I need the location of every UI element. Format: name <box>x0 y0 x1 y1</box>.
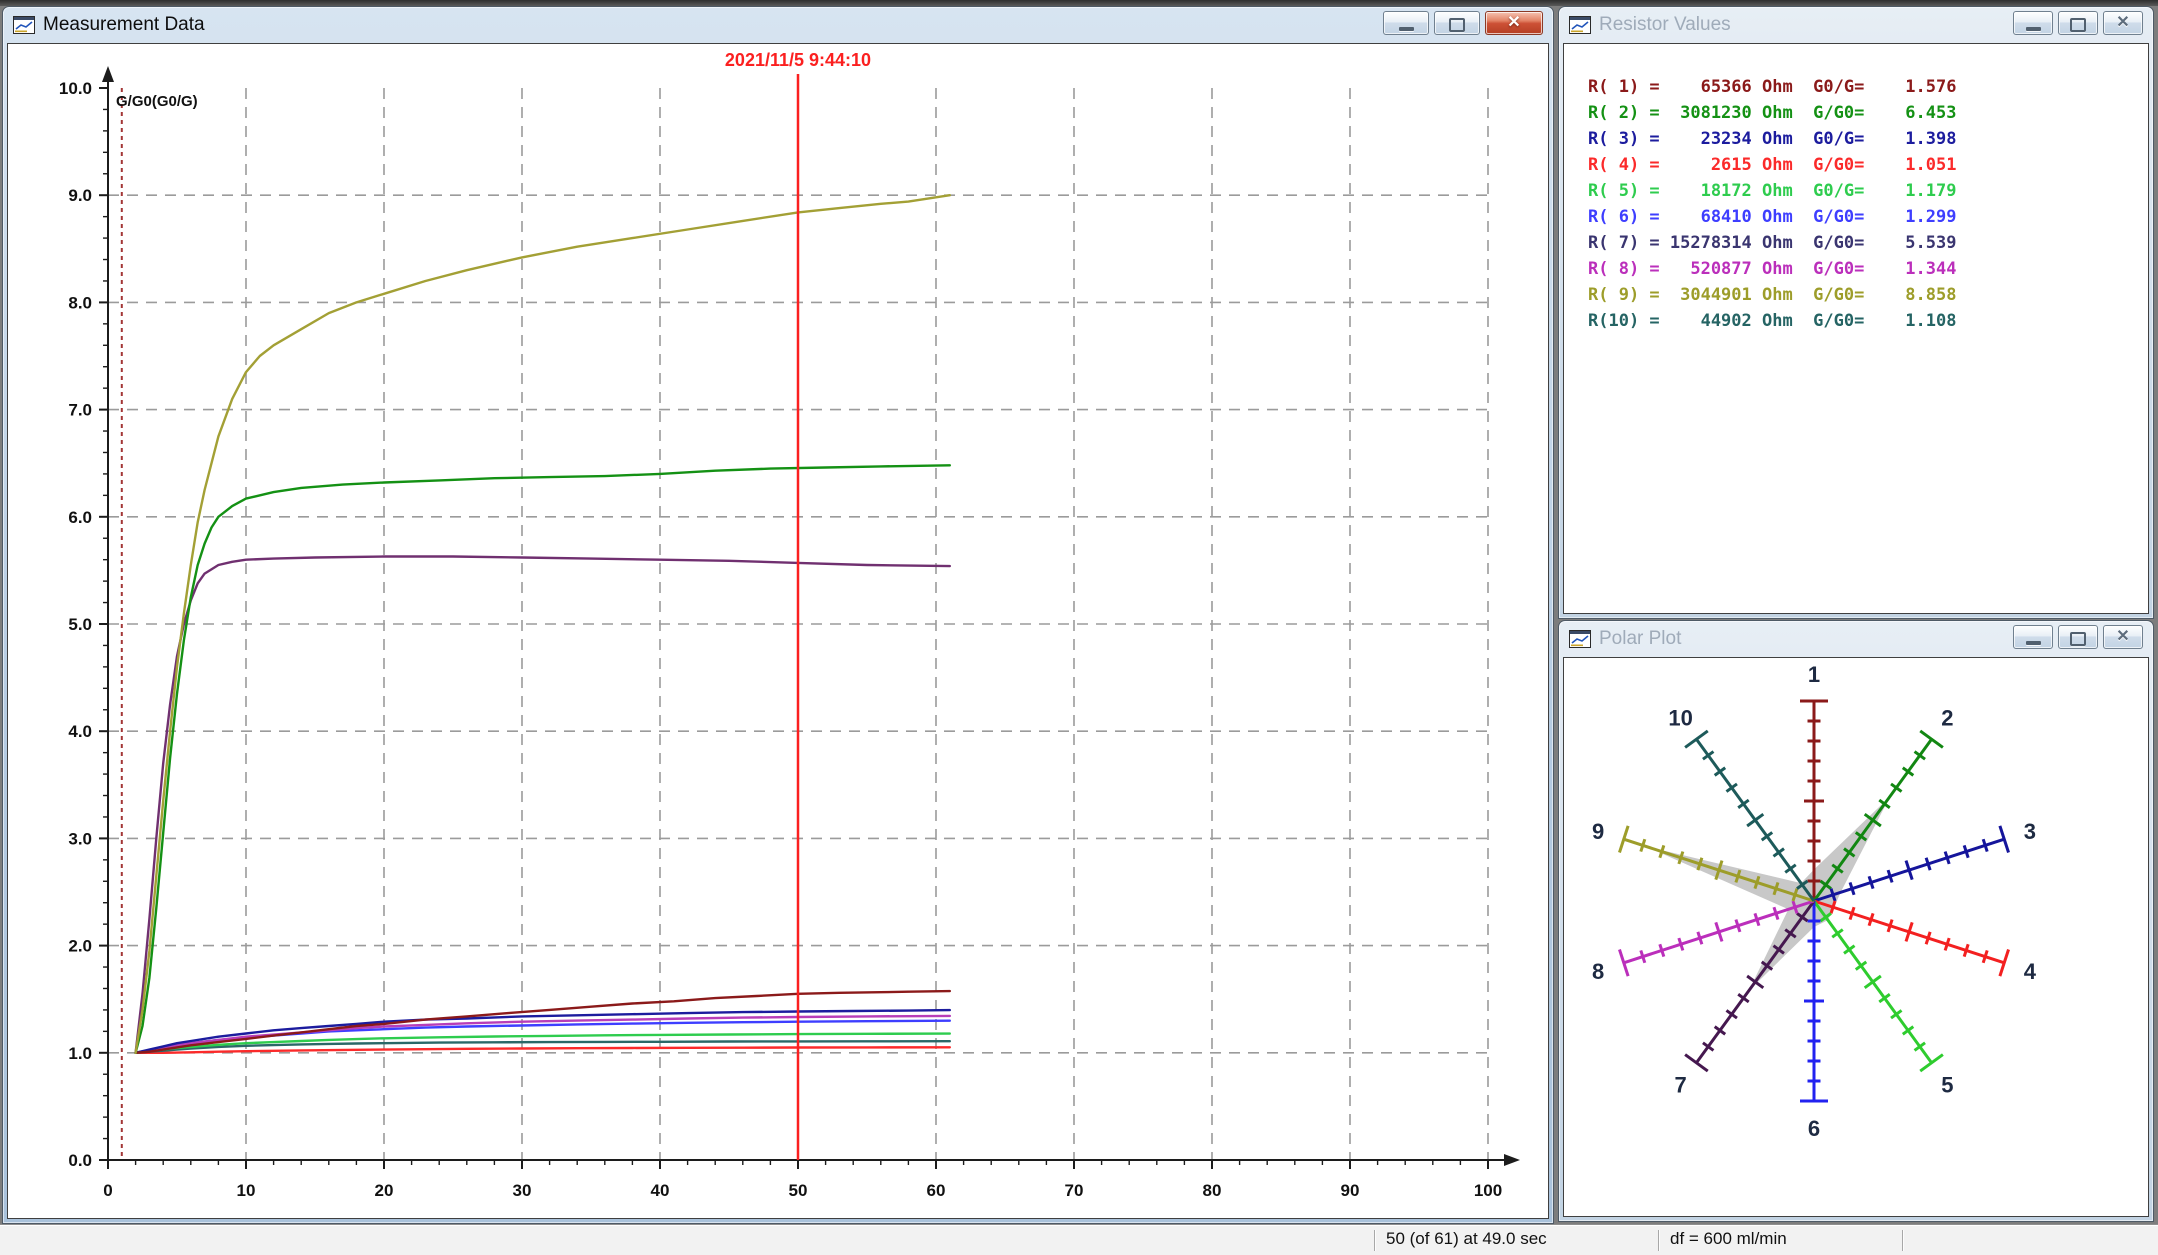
resistor-row: R( 8) = 520877 Ohm G/G0= 1.344 <box>1588 256 2148 282</box>
window-title: Polar Plot <box>1599 628 2013 650</box>
window-measurement-data: Measurement Data ✕ 0.0 1.0 2.0 3.0 4.0 5.0 6.0… <box>2 6 1554 1224</box>
resistor-row: R( 5) = 18172 Ohm G0/G= 1.179 <box>1588 178 2148 204</box>
minimize-button[interactable] <box>2013 625 2053 649</box>
svg-text:7: 7 <box>1674 1073 1686 1098</box>
svg-text:6.0: 6.0 <box>68 508 92 527</box>
svg-text:0.0: 0.0 <box>68 1151 92 1170</box>
svg-text:100: 100 <box>1474 1181 1502 1200</box>
polar-chart: 1 2 3 4 5 6 7 8 9 10 <box>1564 658 2148 1216</box>
app-icon <box>1569 16 1591 34</box>
svg-text:5.0: 5.0 <box>68 615 92 634</box>
svg-text:10: 10 <box>1668 705 1692 730</box>
resistor-row: R( 9) = 3044901 Ohm G/G0= 8.858 <box>1588 282 2148 308</box>
resistor-row: R( 6) = 68410 Ohm G/G0= 1.299 <box>1588 204 2148 230</box>
svg-text:G/G0(G0/G): G/G0(G0/G) <box>116 93 198 110</box>
svg-text:0: 0 <box>103 1181 112 1200</box>
resistor-row: R(10) = 44902 Ohm G/G0= 1.108 <box>1588 308 2148 334</box>
svg-text:30: 30 <box>513 1181 532 1200</box>
svg-text:7.0: 7.0 <box>68 401 92 420</box>
svg-text:20: 20 <box>375 1181 394 1200</box>
svg-text:9.0: 9.0 <box>68 186 92 205</box>
svg-text:1.0: 1.0 <box>68 1044 92 1063</box>
measurement-chart-area: 0.0 1.0 2.0 3.0 4.0 5.0 6.0 7.0 8.0 9.0 10.0 0 10 20 3… <box>7 43 1549 1219</box>
maximize-button[interactable] <box>2058 625 2098 649</box>
app-icon <box>1569 630 1591 648</box>
polar-plot-area: 1 2 3 4 5 6 7 8 9 10 <box>1563 657 2149 1217</box>
window-title: Measurement Data <box>43 14 1383 36</box>
svg-text:8: 8 <box>1592 959 1604 984</box>
app-icon <box>13 16 35 34</box>
svg-text:2: 2 <box>1941 705 1953 730</box>
window-resistor-values: Resistor Values ✕ R( 1) = 65366 Ohm G0/G… <box>1558 6 2154 619</box>
svg-text:40: 40 <box>651 1181 670 1200</box>
maximize-button[interactable] <box>1434 11 1480 35</box>
svg-text:10.0: 10.0 <box>59 79 92 98</box>
minimize-button[interactable] <box>1383 11 1429 35</box>
svg-text:80: 80 <box>1203 1181 1222 1200</box>
resistor-titlebar[interactable]: Resistor Values ✕ <box>1559 7 2153 43</box>
svg-text:6: 6 <box>1808 1116 1820 1141</box>
resistor-row: R( 3) = 23234 Ohm G0/G= 1.398 <box>1588 126 2148 152</box>
status-separator <box>1374 1230 1376 1251</box>
svg-text:4: 4 <box>2024 959 2037 984</box>
svg-text:1: 1 <box>1808 662 1820 687</box>
resistor-list: R( 1) = 65366 Ohm G0/G= 1.576R( 2) = 308… <box>1564 44 2148 334</box>
maximize-button[interactable] <box>2058 11 2098 35</box>
resistor-values-area: R( 1) = 65366 Ohm G0/G= 1.576R( 2) = 308… <box>1563 43 2149 614</box>
resistor-row: R( 2) = 3081230 Ohm G/G0= 6.453 <box>1588 100 2148 126</box>
svg-text:2.0: 2.0 <box>68 937 92 956</box>
window-title: Resistor Values <box>1599 14 2013 36</box>
svg-text:60: 60 <box>927 1181 946 1200</box>
resistor-row: R( 7) = 15278314 Ohm G/G0= 5.539 <box>1588 230 2148 256</box>
polar-titlebar[interactable]: Polar Plot ✕ <box>1559 621 2153 657</box>
window-polar-plot: Polar Plot ✕ 1 2 3 4 5 6 7 8 9 10 <box>1558 620 2154 1222</box>
svg-text:50: 50 <box>789 1181 808 1200</box>
measurement-chart: 0.0 1.0 2.0 3.0 4.0 5.0 6.0 7.0 8.0 9.0 10.0 0 10 20 3… <box>8 44 1548 1218</box>
close-button[interactable]: ✕ <box>1485 11 1543 35</box>
resistor-row: R( 1) = 65366 Ohm G0/G= 1.576 <box>1588 74 2148 100</box>
close-button[interactable]: ✕ <box>2103 11 2143 35</box>
status-bar: 50 (of 61) at 49.0 sec df = 600 ml/min <box>0 1224 2158 1255</box>
svg-text:8.0: 8.0 <box>68 293 92 312</box>
svg-text:3.0: 3.0 <box>68 829 92 848</box>
close-button[interactable]: ✕ <box>2103 625 2143 649</box>
resistor-row: R( 4) = 2615 Ohm G/G0= 1.051 <box>1588 152 2148 178</box>
svg-text:3: 3 <box>2024 819 2036 844</box>
minimize-button[interactable] <box>2013 11 2053 35</box>
status-progress: 50 (of 61) at 49.0 sec <box>1386 1229 1547 1249</box>
svg-text:70: 70 <box>1065 1181 1084 1200</box>
status-separator <box>1902 1230 1904 1251</box>
svg-text:9: 9 <box>1592 819 1604 844</box>
svg-text:4.0: 4.0 <box>68 722 92 741</box>
svg-text:90: 90 <box>1341 1181 1360 1200</box>
svg-text:5: 5 <box>1941 1073 1953 1098</box>
status-separator <box>1658 1230 1660 1251</box>
status-flow: df = 600 ml/min <box>1670 1229 1787 1249</box>
measurement-titlebar[interactable]: Measurement Data ✕ <box>3 7 1553 43</box>
svg-text:2021/11/5 9:44:10: 2021/11/5 9:44:10 <box>725 50 871 70</box>
svg-text:10: 10 <box>237 1181 256 1200</box>
